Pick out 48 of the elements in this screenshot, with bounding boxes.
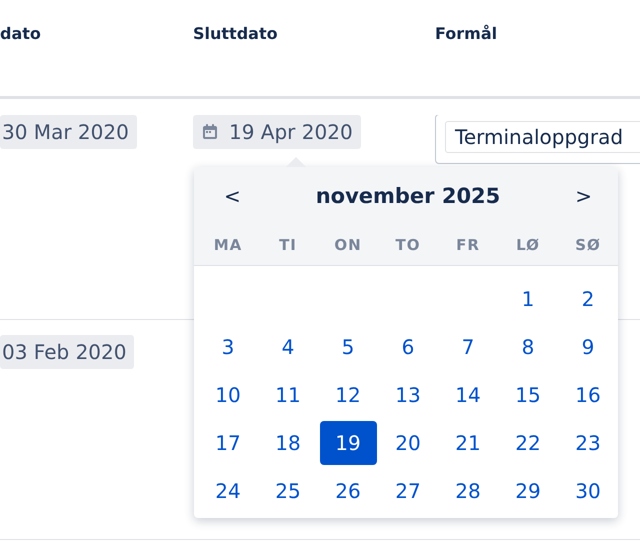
calendar-day[interactable]: 7 [440,325,496,369]
calendar-day[interactable]: 1 [500,277,556,321]
calendar-day[interactable]: 15 [500,373,556,417]
calendar-day[interactable]: 8 [500,325,556,369]
calendar-day[interactable]: 21 [440,421,496,465]
calendar-day[interactable]: 20 [380,421,436,465]
calendar-day[interactable]: 30 [560,469,616,513]
calendar-day[interactable]: 25 [260,469,316,513]
calendar-day[interactable]: 16 [560,373,616,417]
calendar-day[interactable]: 24 [200,469,256,513]
calendar-day[interactable]: 18 [260,421,316,465]
calendar-day[interactable]: 28 [440,469,496,513]
calendar-day[interactable]: 14 [440,373,496,417]
weekday-label: TI [279,236,297,254]
calendar-day[interactable]: 23 [560,421,616,465]
calendar-day[interactable]: 26 [320,469,376,513]
calendar-icon [201,123,219,141]
next-month-button[interactable]: > [571,184,596,208]
calendar-day[interactable]: 3 [200,325,256,369]
calendar-day[interactable]: 2 [560,277,616,321]
previous-month-button[interactable]: < [220,184,245,208]
weekday-label: MA [214,236,242,254]
weekday-label: TO [396,236,420,254]
weekday-label: LØ [516,236,540,254]
calendar-day[interactable]: 19 [320,421,376,465]
calendar-day[interactable]: 10 [200,373,256,417]
column-header[interactable]: Sluttdato [193,24,278,43]
calendar-day[interactable]: 12 [320,373,376,417]
date-badge: 03 Feb 2020 [0,335,134,369]
column-header[interactable]: Formål [435,24,498,43]
weekday-label: SØ [575,236,601,254]
calendar-day[interactable]: 27 [380,469,436,513]
calendar-day[interactable]: 6 [380,325,436,369]
calendar-day[interactable]: 9 [560,325,616,369]
calendar-day[interactable]: 13 [380,373,436,417]
date-badge: 30 Mar 2020 [0,115,137,149]
weekday-label: FR [456,236,480,254]
purpose-field[interactable]: Terminaloppgrad [445,121,640,153]
calendar-day[interactable]: 29 [500,469,556,513]
weekday-label: ON [334,236,362,254]
calendar-day[interactable]: 4 [260,325,316,369]
month-title: november 2025 [316,184,500,208]
column-header[interactable]: dato [0,24,41,43]
calendar-day[interactable]: 11 [260,373,316,417]
calendar-day[interactable]: 22 [500,421,556,465]
calendar-day[interactable]: 17 [200,421,256,465]
date-picker-button[interactable]: 19 Apr 2020 [193,115,361,149]
calendar-day[interactable]: 5 [320,325,376,369]
